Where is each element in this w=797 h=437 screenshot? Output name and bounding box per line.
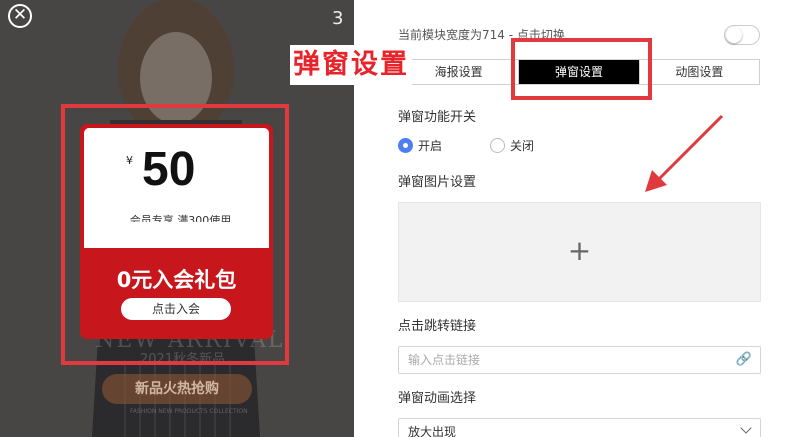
radio-off-circle[interactable] — [490, 138, 506, 153]
popup-switch-radio-group: 开启 关闭 — [398, 137, 582, 154]
animation-select[interactable]: 放大出现 — [398, 418, 761, 437]
animation-label: 弹窗动画选择 — [398, 391, 477, 406]
radio-on-label: 开启 — [418, 139, 443, 153]
width-toggle[interactable] — [724, 25, 760, 45]
link-label: 点击跳转链接 — [398, 319, 477, 334]
popup-highlight-frame — [61, 104, 289, 365]
link-input[interactable]: 输入点击链接 🔗 — [398, 346, 761, 374]
radio-on[interactable]: 开启 — [398, 137, 442, 154]
toggle-knob — [726, 27, 742, 43]
animation-value: 放大出现 — [408, 425, 457, 437]
arrow-annotation-icon — [645, 114, 724, 192]
plus-icon: + — [567, 234, 592, 267]
popup-image-label: 弹窗图片设置 — [398, 175, 477, 190]
link-placeholder: 输入点击链接 — [408, 353, 481, 367]
poster-buy-button: 新品火热抢购 — [102, 374, 252, 404]
callout-label: 弹窗设置 — [290, 45, 412, 85]
page-number: 3 — [332, 8, 344, 29]
close-icon[interactable]: ✕ — [8, 4, 32, 28]
chevron-down-icon — [740, 422, 752, 434]
tab-animation-settings[interactable]: 动图设置 — [638, 60, 759, 84]
radio-off[interactable]: 关闭 — [490, 137, 534, 154]
tab-highlight-frame — [511, 38, 652, 100]
poster-small-text: FASHION NEW PRODUCTS COLLECTION — [130, 408, 248, 415]
tab-poster-settings[interactable]: 海报设置 — [399, 60, 518, 84]
radio-on-circle[interactable] — [398, 138, 413, 153]
radio-off-label: 关闭 — [510, 139, 535, 153]
popup-switch-label: 弹窗功能开关 — [398, 110, 477, 125]
link-icon: 🔗 — [735, 352, 752, 367]
image-upload-box[interactable]: + — [398, 202, 761, 302]
